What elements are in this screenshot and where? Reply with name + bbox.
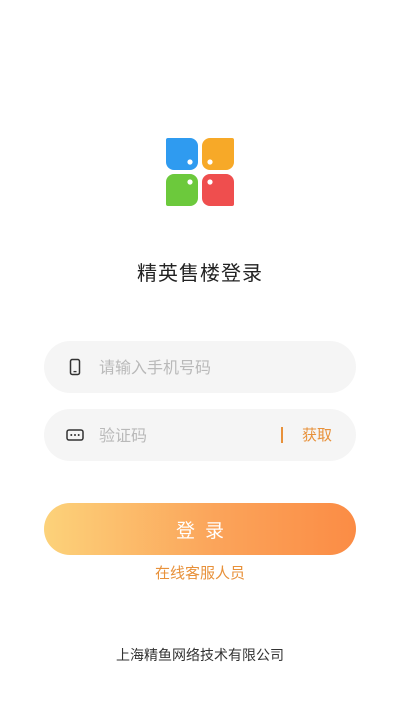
verification-code-icon bbox=[66, 426, 84, 444]
phone-field[interactable] bbox=[44, 341, 356, 393]
phone-input[interactable] bbox=[99, 341, 299, 393]
verification-code-input[interactable] bbox=[99, 409, 259, 461]
online-support-link[interactable]: 在线客服人员 bbox=[0, 562, 400, 584]
app-logo bbox=[166, 138, 234, 206]
verification-code-field[interactable]: 获取 bbox=[44, 409, 356, 461]
phone-icon bbox=[66, 358, 84, 376]
page-title: 精英售楼登录 bbox=[137, 261, 263, 285]
code-divider bbox=[281, 427, 283, 443]
get-code-button[interactable]: 获取 bbox=[302, 409, 332, 461]
four-petal-logo-icon bbox=[166, 138, 234, 206]
company-footer: 上海精鱼网络技术有限公司 bbox=[116, 648, 284, 664]
login-button[interactable]: 登录 bbox=[44, 503, 356, 555]
